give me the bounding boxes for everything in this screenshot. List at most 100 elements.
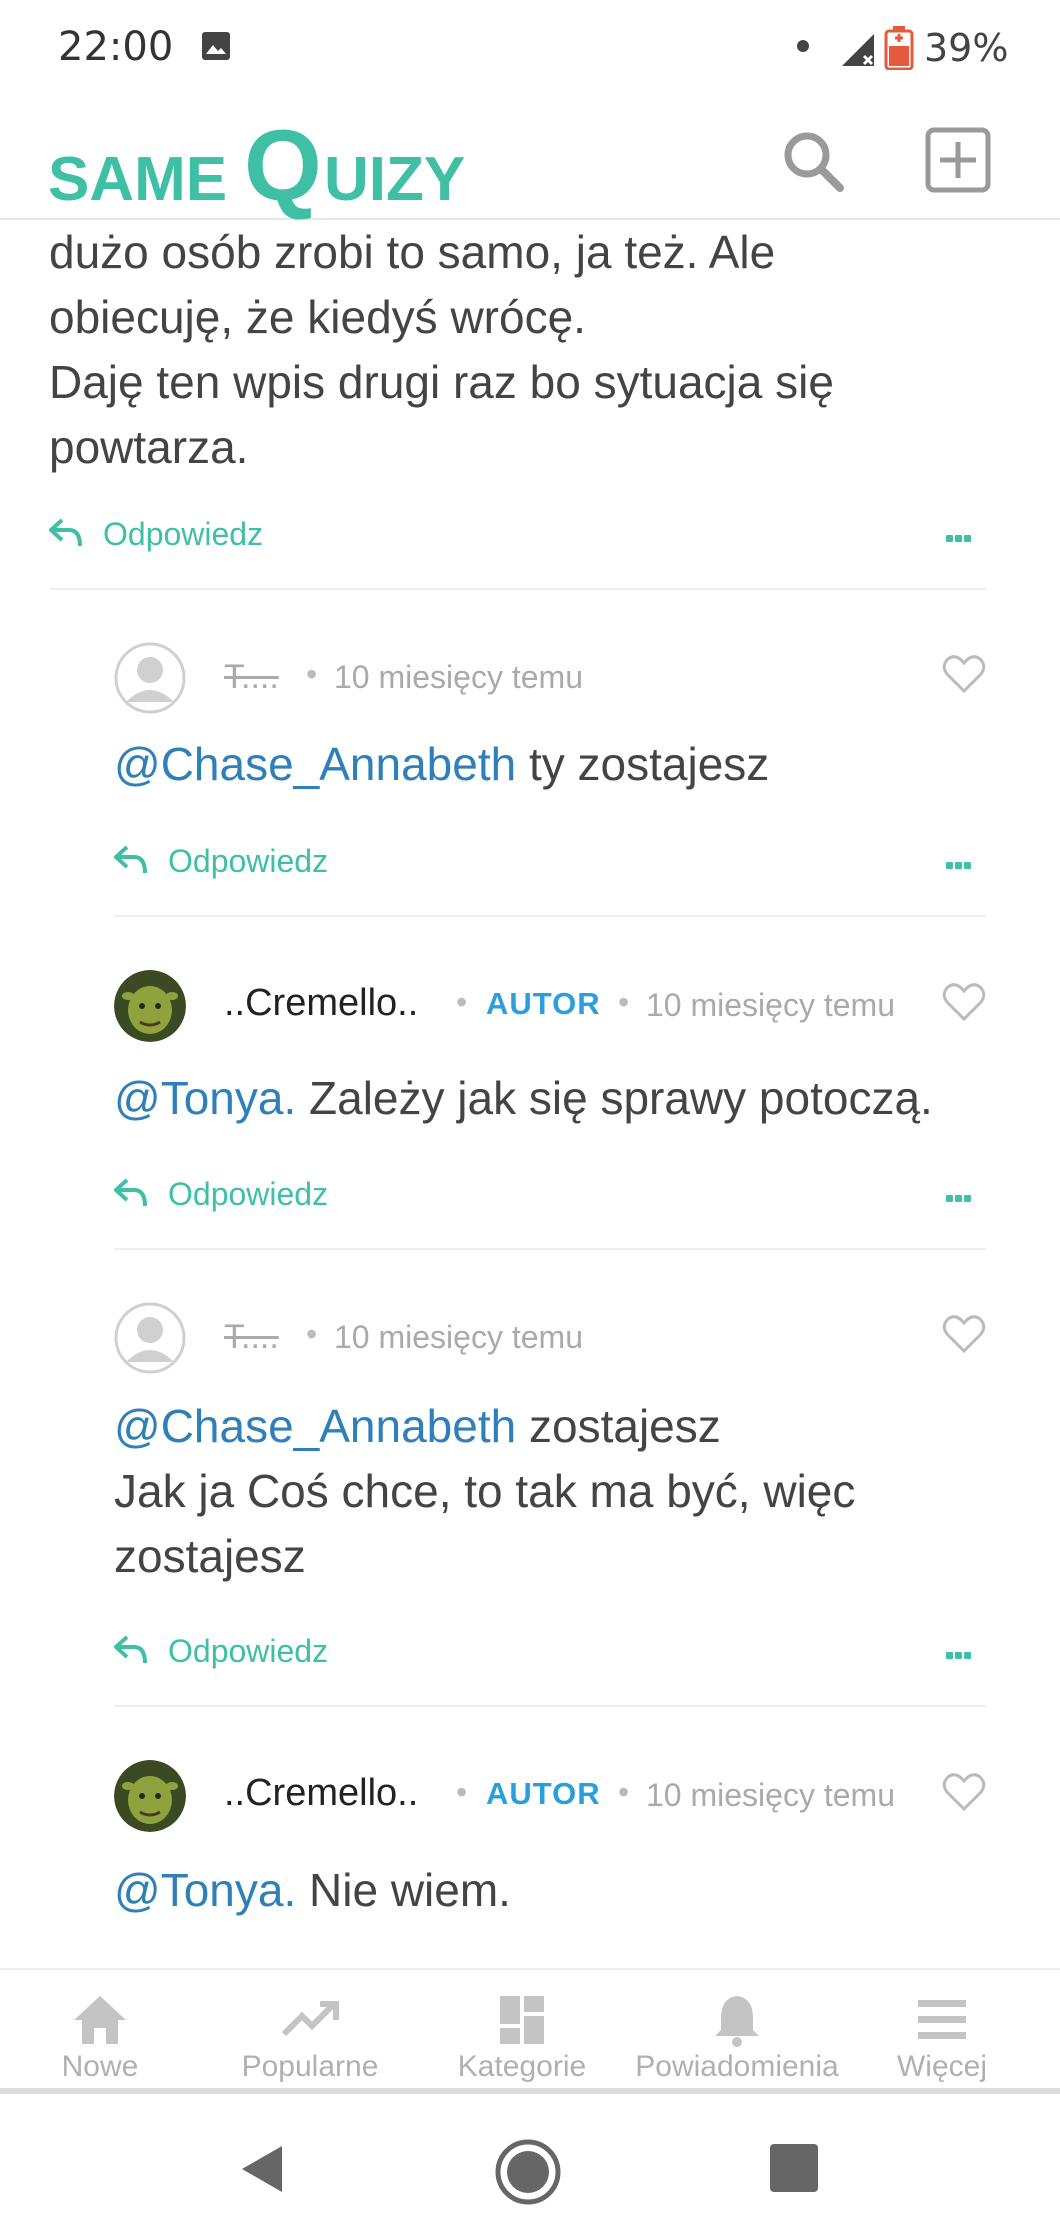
like-heart-icon[interactable]: [942, 1772, 986, 1812]
bottom-navigation: Nowe Popularne Kategorie Powiadomienia W…: [0, 1968, 1060, 2094]
comment-text: zostajesz: [114, 1530, 306, 1582]
like-heart-icon[interactable]: [942, 982, 986, 1022]
more-options-icon[interactable]: [946, 856, 976, 869]
app-header: SAME Q UIZY: [0, 96, 1060, 220]
divider: [50, 588, 986, 590]
nav-item-nowe[interactable]: Nowe: [0, 1970, 200, 2090]
reply-label: Odpowiedz: [168, 1633, 329, 1669]
search-icon[interactable]: [780, 128, 846, 194]
battery-percent: 39%: [924, 26, 1009, 70]
comment-text: Zależy jak się sprawy potoczą.: [296, 1072, 933, 1124]
bell-icon: [715, 1996, 759, 2047]
comment-author[interactable]: T....: [224, 658, 279, 697]
battery-icon: [884, 26, 914, 70]
nav-item-kategorie[interactable]: Kategorie: [422, 1970, 622, 2090]
grid-icon: [500, 1996, 544, 2044]
signal-icon: [842, 34, 874, 66]
comment-timestamp: 10 miesięcy temu: [646, 1777, 895, 1813]
svg-text:Q: Q: [244, 110, 322, 220]
comment-body: @Chase_Annabeth ty zostajesz: [114, 732, 769, 797]
nav-item-popularne[interactable]: Popularne: [210, 1970, 410, 2090]
svg-text:UIZY: UIZY: [324, 145, 465, 214]
reply-arrow-icon: [114, 1635, 147, 1664]
post-line: Daję ten wpis drugi raz bo sytuacja się: [49, 356, 834, 408]
separator: •: [618, 1774, 630, 1810]
separator: •: [306, 656, 318, 692]
comment-header: ..Cremello.. • AUTOR • 10 miesięcy temu: [114, 970, 994, 1050]
comment-body: @Tonya. Zależy jak się sprawy potoczą.: [114, 1066, 933, 1131]
separator: •: [456, 984, 468, 1020]
avatar[interactable]: [114, 1760, 186, 1832]
comment-header: T.... • 10 miesięcy temu: [114, 642, 994, 722]
recent-apps-icon[interactable]: [770, 2144, 818, 2192]
reply-arrow-icon: [49, 518, 82, 547]
divider: [114, 915, 986, 917]
reply-label: Odpowiedz: [103, 516, 264, 552]
comment-author[interactable]: ..Cremello..: [224, 982, 418, 1025]
post-line: dużo osób zrobi to samo, ja też. Ale: [49, 226, 776, 278]
more-options-icon[interactable]: [946, 529, 976, 542]
samequizy-logo[interactable]: SAME Q UIZY: [48, 96, 518, 220]
post-text: dużo osób zrobi to samo, ja też. Ale obi…: [49, 220, 989, 480]
comment-header: T.... • 10 miesięcy temu: [114, 1302, 994, 1382]
back-icon[interactable]: [236, 2142, 286, 2196]
mention-link[interactable]: @Tonya.: [114, 1072, 296, 1124]
nav-item-powiadomienia[interactable]: Powiadomienia: [627, 1970, 847, 2090]
comment-text: zostajesz: [516, 1400, 721, 1452]
image-icon: [202, 32, 230, 60]
comment-text: Jak ja Coś chce, to tak ma być, więc: [114, 1465, 856, 1517]
separator: •: [618, 984, 630, 1020]
reply-button[interactable]: Odpowiedz: [114, 1627, 514, 1677]
comment-author[interactable]: ..Cremello..: [224, 1772, 418, 1815]
home-circle-icon[interactable]: [494, 2138, 562, 2206]
comments-section: dużo osób zrobi to samo, ja też. Ale obi…: [12, 220, 1048, 1968]
mention-link[interactable]: @Chase_Annabeth: [114, 738, 516, 790]
comment-timestamp: 10 miesięcy temu: [334, 1319, 583, 1355]
like-heart-icon[interactable]: [942, 1314, 986, 1354]
nav-label: Nowe: [61, 2050, 139, 2083]
author-badge: AUTOR: [486, 1776, 601, 1811]
reply-label: Odpowiedz: [168, 843, 329, 879]
comment-body: @Tonya. Nie wiem.: [114, 1858, 511, 1923]
divider: [114, 1705, 986, 1707]
comment-header: ..Cremello.. • AUTOR • 10 miesięcy temu: [114, 1760, 994, 1840]
post-line: powtarza.: [49, 421, 249, 473]
mention-link[interactable]: @Tonya.: [114, 1864, 296, 1916]
avatar[interactable]: [114, 970, 186, 1042]
status-bar: 22:00 39%: [0, 0, 1060, 96]
mention-link[interactable]: @Chase_Annabeth: [114, 1400, 516, 1452]
notification-dot: [797, 40, 809, 52]
trending-icon: [281, 2001, 339, 2037]
reply-button[interactable]: Odpowiedz: [114, 1170, 514, 1220]
more-options-icon[interactable]: [946, 1189, 976, 1202]
home-icon: [74, 1996, 126, 2044]
nav-label: Popularne: [241, 2050, 379, 2083]
like-heart-icon[interactable]: [942, 654, 986, 694]
comment-timestamp: 10 miesięcy temu: [646, 987, 895, 1023]
separator: •: [306, 1316, 318, 1352]
reply-arrow-icon: [114, 845, 147, 874]
separator: •: [456, 1774, 468, 1810]
reply-button[interactable]: Odpowiedz: [49, 510, 449, 560]
comment-text: ty zostajesz: [516, 738, 770, 790]
reply-button[interactable]: Odpowiedz: [114, 837, 514, 887]
more-options-icon[interactable]: [946, 1646, 976, 1659]
avatar[interactable]: [114, 642, 186, 714]
menu-icon: [918, 2000, 966, 2039]
svg-text:SAME: SAME: [48, 145, 227, 214]
post-line: obiecuję, że kiedyś wrócę.: [49, 291, 586, 343]
avatar[interactable]: [114, 1302, 186, 1374]
comment-timestamp: 10 miesięcy temu: [334, 659, 583, 695]
comment-text: Nie wiem.: [296, 1864, 511, 1916]
system-navigation-bar: [0, 2100, 1060, 2238]
nav-label: Powiadomienia: [635, 2050, 839, 2083]
author-badge: AUTOR: [486, 986, 601, 1021]
status-time: 22:00: [58, 24, 174, 70]
nav-label: Kategorie: [457, 2050, 587, 2083]
add-quiz-icon[interactable]: [924, 126, 992, 194]
reply-label: Odpowiedz: [168, 1176, 329, 1212]
comment-author[interactable]: T....: [224, 1318, 279, 1357]
nav-item-wiecej[interactable]: Więcej: [842, 1970, 1042, 2090]
divider: [114, 1248, 986, 1250]
reply-arrow-icon: [114, 1178, 147, 1207]
